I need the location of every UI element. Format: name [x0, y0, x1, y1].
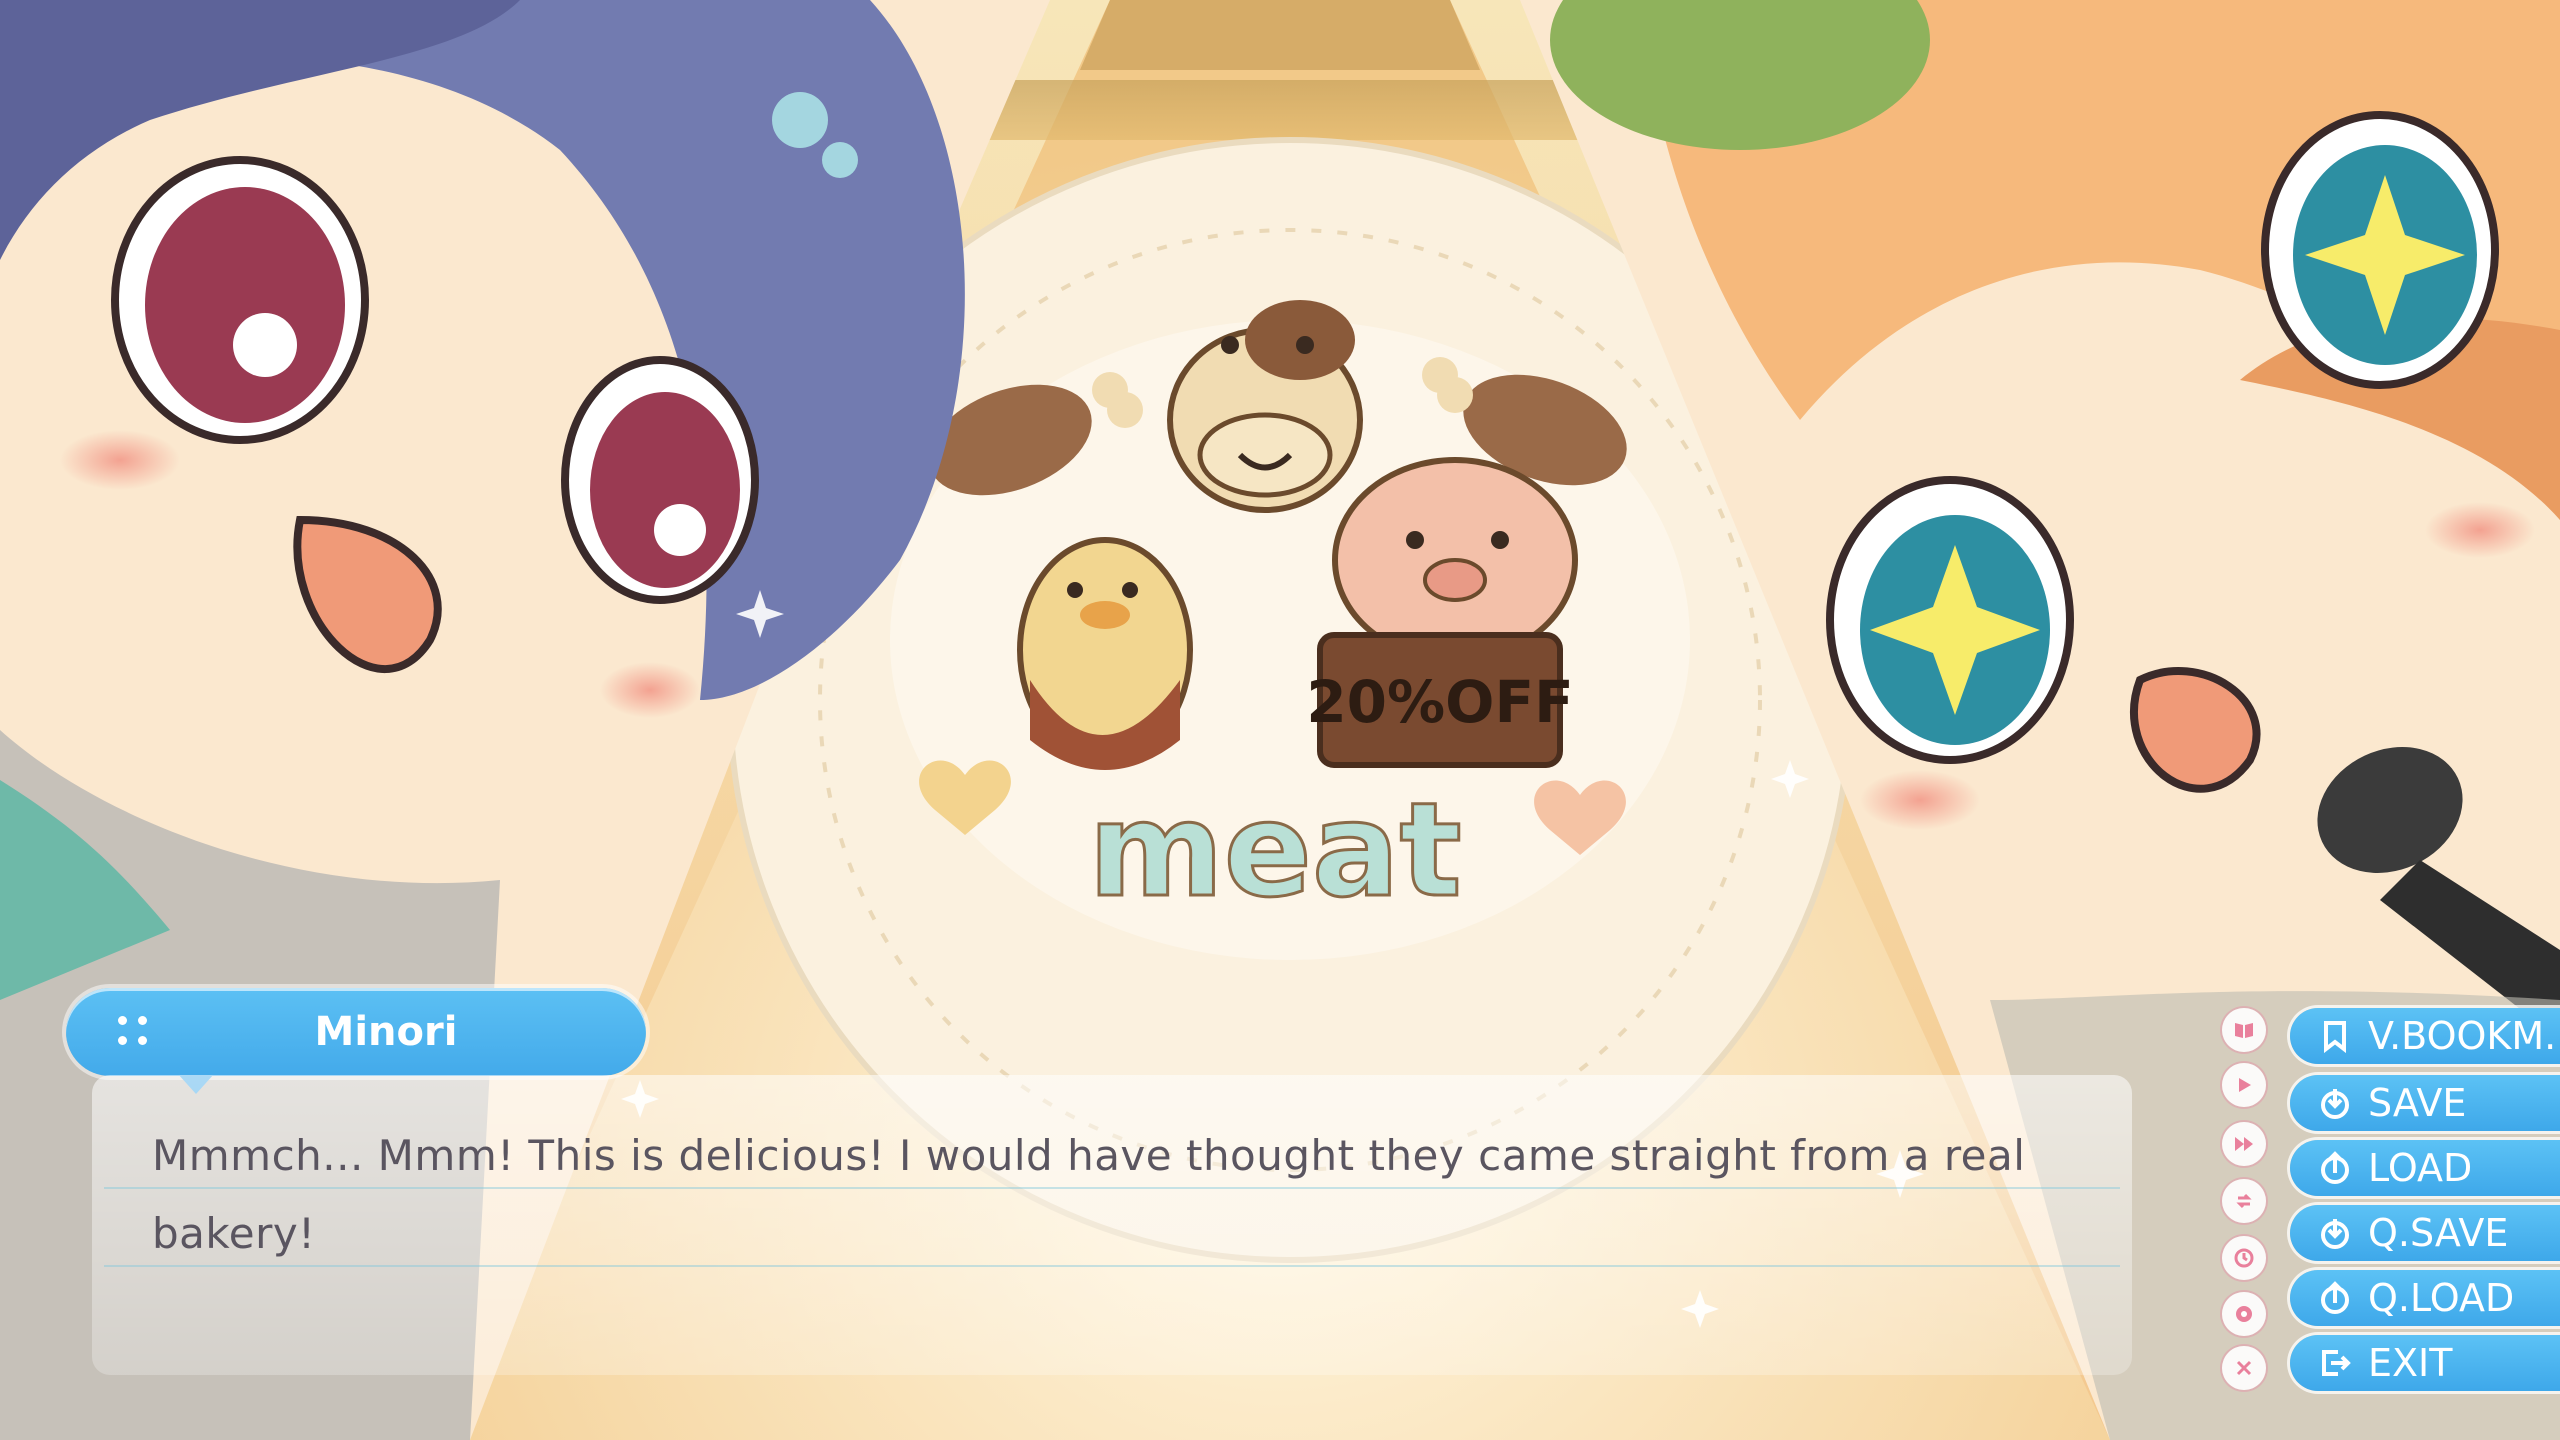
quick-load-label: Q.LOAD	[2368, 1276, 2515, 1320]
speaker-name: Minori	[314, 1009, 458, 1055]
discount-sign-text: 20%OFF	[1306, 668, 1573, 736]
load-label: LOAD	[2368, 1146, 2473, 1190]
quick-save-button[interactable]: Q.SAVE	[2290, 1205, 2560, 1261]
save-label: SAVE	[2368, 1081, 2467, 1125]
history-icon[interactable]	[2222, 1236, 2266, 1280]
save-icon	[2321, 1089, 2349, 1119]
save-button[interactable]: SAVE	[2290, 1075, 2560, 1131]
dialogue-text: Mmmch... Mmm! This is delicious! I would…	[152, 1131, 2026, 1258]
chicken-cookie	[1017, 537, 1193, 770]
book-icon[interactable]	[2222, 1008, 2266, 1052]
load-button[interactable]: LOAD	[2290, 1140, 2560, 1196]
auto-icon[interactable]	[2222, 1179, 2266, 1223]
exit-label: EXIT	[2368, 1341, 2453, 1385]
meat-cookie-text: meat	[1088, 774, 1462, 926]
grip-dots-icon[interactable]	[118, 1016, 154, 1052]
dialogue-box[interactable]: Mmmch... Mmm! This is delicious! I would…	[92, 1075, 2132, 1375]
exit-icon	[2322, 1350, 2351, 1376]
settings-icon[interactable]	[2222, 1292, 2266, 1336]
quick-load-button[interactable]: Q.LOAD	[2290, 1270, 2560, 1326]
bookmark-button[interactable]: V.BOOKM.	[2290, 1008, 2560, 1064]
quick-save-label: Q.SAVE	[2368, 1211, 2509, 1255]
fast-forward-icon[interactable]	[2222, 1122, 2266, 1166]
speaker-nameplate: Minori	[66, 988, 646, 1094]
bookmark-icon	[2324, 1021, 2346, 1053]
quick-load-icon	[2321, 1281, 2349, 1314]
close-icon[interactable]	[2222, 1346, 2266, 1390]
bookmark-label: V.BOOKM.	[2368, 1014, 2557, 1058]
load-icon	[2321, 1151, 2349, 1184]
exit-button[interactable]: EXIT	[2290, 1335, 2560, 1391]
quick-save-icon	[2321, 1219, 2349, 1249]
play-icon[interactable]	[2222, 1063, 2266, 1107]
